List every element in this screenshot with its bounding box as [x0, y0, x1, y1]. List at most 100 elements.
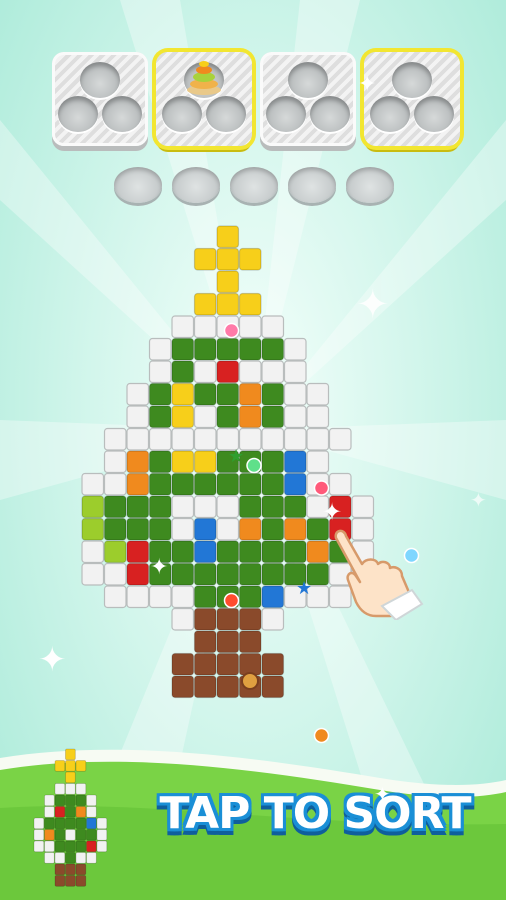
tree-tile[interactable]: [238, 517, 262, 541]
tree-tile[interactable]: [103, 517, 127, 541]
tree-tile[interactable]: [283, 495, 307, 519]
tree-tile[interactable]: [216, 517, 240, 541]
tree-tile[interactable]: [171, 382, 195, 406]
tree-tile[interactable]: [193, 450, 217, 474]
tree-tile[interactable]: [261, 427, 285, 451]
tree-tile[interactable]: [238, 360, 262, 384]
tree-tile[interactable]: [216, 337, 240, 361]
tree-tile[interactable]: [171, 337, 195, 361]
tree-tile[interactable]: [216, 675, 240, 699]
tree-tile[interactable]: [351, 495, 375, 519]
tree-tile[interactable]: [171, 607, 195, 631]
tree-tile[interactable]: [148, 450, 172, 474]
tree-tile[interactable]: [171, 540, 195, 564]
tree-tile[interactable]: [283, 517, 307, 541]
tree-tile[interactable]: [216, 360, 240, 384]
tree-tile[interactable]: [103, 427, 127, 451]
tree-tile[interactable]: [81, 517, 105, 541]
tree-tile[interactable]: [148, 495, 172, 519]
tree-tile[interactable]: [238, 562, 262, 586]
tree-tile[interactable]: [238, 292, 262, 316]
tree-tile[interactable]: [283, 427, 307, 451]
tree-tile[interactable]: [261, 337, 285, 361]
tree-tile[interactable]: [193, 585, 217, 609]
tree-tile[interactable]: [261, 450, 285, 474]
tree-tile[interactable]: [126, 495, 150, 519]
tree-tile[interactable]: [238, 472, 262, 496]
tree-tile[interactable]: [261, 585, 285, 609]
tree-tile[interactable]: [238, 607, 262, 631]
tree-tile[interactable]: [261, 540, 285, 564]
tree-tile[interactable]: [216, 270, 240, 294]
tree-tile[interactable]: [193, 427, 217, 451]
tree-tile[interactable]: [193, 630, 217, 654]
tree-tile[interactable]: [261, 472, 285, 496]
tree-tile[interactable]: [216, 562, 240, 586]
tree-tile[interactable]: [193, 405, 217, 429]
tree-tile[interactable]: [126, 562, 150, 586]
tree-tile[interactable]: [171, 495, 195, 519]
tree-tile[interactable]: [238, 585, 262, 609]
tree-tile[interactable]: [238, 495, 262, 519]
tree-tile[interactable]: [261, 315, 285, 339]
tree-tile[interactable]: [103, 495, 127, 519]
tree-tile[interactable]: [148, 405, 172, 429]
tree-tile[interactable]: [216, 652, 240, 676]
tree-tile[interactable]: [261, 360, 285, 384]
tree-tile[interactable]: [193, 562, 217, 586]
tree-tile[interactable]: [193, 247, 217, 271]
tree-tile[interactable]: [148, 427, 172, 451]
tree-tile[interactable]: [261, 652, 285, 676]
tree-tile[interactable]: [81, 472, 105, 496]
tree-tile[interactable]: [81, 562, 105, 586]
tree-tile[interactable]: [216, 292, 240, 316]
tree-tile[interactable]: [171, 450, 195, 474]
tree-tile[interactable]: [126, 585, 150, 609]
tree-tile[interactable]: [171, 427, 195, 451]
tree-tile[interactable]: [216, 472, 240, 496]
tree-tile[interactable]: [216, 607, 240, 631]
tree-tile[interactable]: [103, 540, 127, 564]
tree-tile[interactable]: [216, 495, 240, 519]
tree-tile[interactable]: [238, 337, 262, 361]
tree-tile[interactable]: [126, 382, 150, 406]
tree-tile[interactable]: [148, 360, 172, 384]
tree-tile[interactable]: [148, 517, 172, 541]
tree-tile[interactable]: [193, 337, 217, 361]
tree-tile[interactable]: [283, 337, 307, 361]
tree-tile[interactable]: [81, 540, 105, 564]
tree-tile[interactable]: [261, 382, 285, 406]
tree-tile[interactable]: [238, 315, 262, 339]
tree-tile[interactable]: [283, 405, 307, 429]
tree-tile[interactable]: [148, 382, 172, 406]
tree-tile[interactable]: [261, 495, 285, 519]
tree-tile[interactable]: [81, 495, 105, 519]
tree-tile[interactable]: [103, 450, 127, 474]
tree-tile[interactable]: [148, 337, 172, 361]
tree-tile[interactable]: [216, 630, 240, 654]
tree-tile[interactable]: [171, 315, 195, 339]
tree-tile[interactable]: [193, 315, 217, 339]
tree-tile[interactable]: [193, 675, 217, 699]
tree-tile[interactable]: [216, 405, 240, 429]
tree-tile[interactable]: [193, 382, 217, 406]
tree-tile[interactable]: [238, 652, 262, 676]
tree-tile[interactable]: [193, 495, 217, 519]
tree-tile[interactable]: [261, 405, 285, 429]
tree-tile[interactable]: [126, 427, 150, 451]
tree-tile[interactable]: [283, 382, 307, 406]
tree-tile[interactable]: [283, 472, 307, 496]
tree-tile[interactable]: [283, 450, 307, 474]
tree-tile[interactable]: [216, 225, 240, 249]
tree-tile[interactable]: [193, 540, 217, 564]
tree-tile[interactable]: [171, 562, 195, 586]
tree-tile[interactable]: [193, 292, 217, 316]
tree-tile[interactable]: [193, 517, 217, 541]
tree-tile[interactable]: [261, 517, 285, 541]
tree-tile[interactable]: [148, 585, 172, 609]
tree-tile[interactable]: [328, 427, 352, 451]
tree-tile[interactable]: [216, 382, 240, 406]
tree-tile[interactable]: [261, 675, 285, 699]
tree-tile[interactable]: [126, 472, 150, 496]
tree-tile[interactable]: [148, 472, 172, 496]
